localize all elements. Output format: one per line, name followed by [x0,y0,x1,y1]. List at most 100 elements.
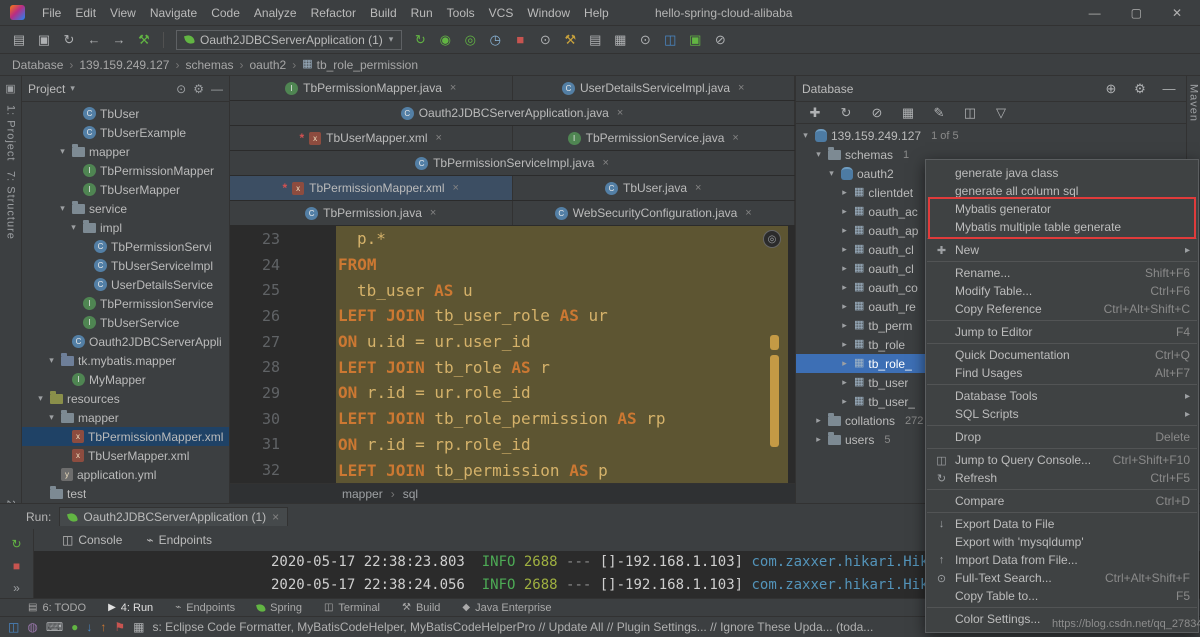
tool-tab-endpoints[interactable]: ⌁Endpoints [175,602,235,614]
menu-help[interactable]: Help [577,2,616,24]
mybatis-plugin-icon[interactable]: ▣ [684,29,706,51]
project-tree-item[interactable]: CTbPermissionServi [22,237,229,256]
debug-icon[interactable]: ◉ [434,29,456,51]
breadcrumb-item[interactable]: schemas [185,58,233,72]
project-tree-item[interactable]: IMyMapper [22,370,229,389]
rerun-icon[interactable]: ↻ [409,29,431,51]
tree-expand-icon[interactable]: ▾ [800,130,811,141]
project-tree-item[interactable]: yapplication.yml [22,465,229,484]
forward-icon[interactable]: → [108,29,130,51]
disable-icon[interactable]: ⊘ [709,29,731,51]
bookmark-icon[interactable]: ⚑ [114,620,125,634]
menu-analyze[interactable]: Analyze [247,2,304,24]
project-tree-item[interactable]: ITbUserService [22,313,229,332]
project-tree-item[interactable]: test [22,484,229,503]
menu-item-import-data-from-file-[interactable]: ↑Import Data from File... [926,551,1198,569]
close-icon[interactable]: × [450,82,456,94]
tree-expand-icon[interactable]: ▸ [839,358,850,369]
editor-tab[interactable]: *xTbUserMapper.xml× [230,126,513,150]
maximize-button[interactable]: ▢ [1131,6,1142,20]
project-tree-item[interactable]: ITbPermissionService [22,294,229,313]
run-tab[interactable]: Oauth2JDBCServerApplication (1) × [59,507,288,526]
table-view-icon[interactable]: ▦ [609,29,631,51]
project-tree-item[interactable]: ▾impl [22,218,229,237]
tree-expand-icon[interactable]: ▸ [839,339,850,350]
tree-expand-icon[interactable]: ▸ [813,434,824,445]
download-icon[interactable]: ↓ [86,620,92,634]
project-tree-item[interactable]: COauth2JDBCServerAppli [22,332,229,351]
reader-mode-icon[interactable]: ◎ [763,230,781,248]
close-icon[interactable]: × [602,157,608,169]
menu-item-copy-reference[interactable]: Copy ReferenceCtrl+Alt+Shift+C [926,300,1198,318]
menu-item-drop[interactable]: DropDelete [926,428,1198,446]
menu-item-database-tools[interactable]: Database Tools▸ [926,387,1198,405]
settings-icon[interactable]: ⚙ [1129,78,1151,100]
tree-expand-icon[interactable]: ▸ [839,244,850,255]
tree-expand-icon[interactable]: ▸ [813,415,824,426]
project-tree-item[interactable]: ITbPermissionMapper [22,161,229,180]
ok-icon[interactable]: ● [71,620,78,634]
tree-expand-icon[interactable]: ▾ [46,355,57,366]
breadcrumb-item[interactable]: 139.159.249.127 [79,58,169,72]
menu-item-quick-documentation[interactable]: Quick DocumentationCtrl+Q [926,346,1198,364]
console-icon[interactable]: ◫ [959,102,981,124]
menu-view[interactable]: View [103,2,143,24]
menu-item-generate-all-column-sql[interactable]: generate all column sql [926,182,1198,200]
menu-item-full-text-search-[interactable]: ⊙Full-Text Search...Ctrl+Alt+Shift+F [926,569,1198,587]
tool-tab-4-run[interactable]: ▶4: Run [108,602,153,614]
menu-edit[interactable]: Edit [68,2,103,24]
table-view-icon[interactable]: ▦ [897,102,919,124]
tool-tab-terminal[interactable]: ◫Terminal [324,602,380,614]
project-tree-item[interactable]: xTbUserMapper.xml [22,446,229,465]
edit-icon[interactable]: ✎ [928,102,950,124]
menu-item-compare[interactable]: CompareCtrl+D [926,492,1198,510]
tool-tab-spring[interactable]: Spring [257,602,302,614]
close-button[interactable]: ✕ [1172,6,1182,20]
settings-wrench-icon[interactable]: ⚒ [559,29,581,51]
project-tree-item[interactable]: xTbPermissionMapper.xml [22,427,229,446]
editor-tab[interactable]: ITbPermissionService.java× [513,126,796,150]
database-tree-item[interactable]: ▾139.159.249.1271 of 5 [796,126,1186,145]
breadcrumb-item[interactable]: Database [12,58,63,72]
close-icon[interactable]: × [430,207,436,219]
tree-expand-icon[interactable]: ▸ [839,263,850,274]
console-tab-endpoints[interactable]: ⌁Endpoints [136,531,222,549]
tree-expand-icon[interactable]: ▸ [839,377,850,388]
sync-icon[interactable]: ↻ [58,29,80,51]
tree-expand-icon[interactable]: ▸ [839,320,850,331]
menu-window[interactable]: Window [520,2,577,24]
hide-panel-icon[interactable]: — [211,82,223,96]
editor-tab[interactable]: CUserDetailsServiceImpl.java× [513,76,796,100]
project-tree-item[interactable]: CTbUserExample [22,123,229,142]
tree-expand-icon[interactable]: ▾ [813,149,824,160]
scroll-end-icon[interactable]: » [13,581,20,595]
chevron-down-icon[interactable]: ▾ [70,83,75,94]
menu-refactor[interactable]: Refactor [304,2,363,24]
editor-tab[interactable]: CWebSecurityConfiguration.java× [513,201,796,225]
tree-expand-icon[interactable]: ▸ [839,187,850,198]
menu-item-sql-scripts[interactable]: SQL Scripts▸ [926,405,1198,423]
find-icon[interactable]: ⊙ [634,29,656,51]
menu-code[interactable]: Code [204,2,247,24]
filter-icon[interactable]: ▽ [990,102,1012,124]
editor-tab[interactable]: CTbPermission.java× [230,201,513,225]
stripe-button-project[interactable]: 1: Project [5,105,17,161]
minimize-button[interactable]: — [1089,6,1101,20]
menu-item-refresh[interactable]: ↻RefreshCtrl+F5 [926,469,1198,487]
tree-expand-icon[interactable]: ▾ [826,168,837,179]
menu-run[interactable]: Run [404,2,440,24]
close-icon[interactable]: × [745,207,751,219]
project-tree-item[interactable]: CTbUser [22,104,229,123]
menu-tools[interactable]: Tools [440,2,482,24]
code-cleanup-icon[interactable]: ⚒ [133,29,155,51]
tool-windows-icon[interactable]: ◫ [8,620,19,634]
global-settings-icon[interactable]: ⊕ [1100,78,1122,100]
stripe-button-maven[interactable]: Maven [1188,84,1200,122]
menu-vcs[interactable]: VCS [482,2,521,24]
menu-item-export-with-mysqldump-[interactable]: Export with 'mysqldump' [926,533,1198,551]
project-tree-item[interactable]: ▾mapper [22,408,229,427]
breadcrumb-item[interactable]: oauth2 [250,58,287,72]
stop-icon[interactable]: ■ [509,29,531,51]
rerun-icon[interactable]: ↻ [11,537,21,551]
project-tree-item[interactable]: ITbUserMapper [22,180,229,199]
